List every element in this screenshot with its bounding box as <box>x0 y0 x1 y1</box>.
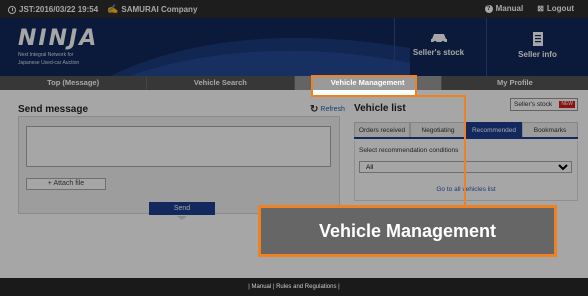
footer-links[interactable]: | Manual | Rules and Regulations | <box>0 278 588 296</box>
highlight-frame <box>311 75 417 97</box>
dim-overlay-top <box>0 0 588 75</box>
callout-label: Vehicle Management <box>258 205 557 257</box>
callout-connector-vertical <box>464 97 466 206</box>
dim-overlay-right <box>417 75 588 97</box>
dim-overlay-left <box>0 75 311 97</box>
callout-connector-horizontal <box>416 95 466 97</box>
